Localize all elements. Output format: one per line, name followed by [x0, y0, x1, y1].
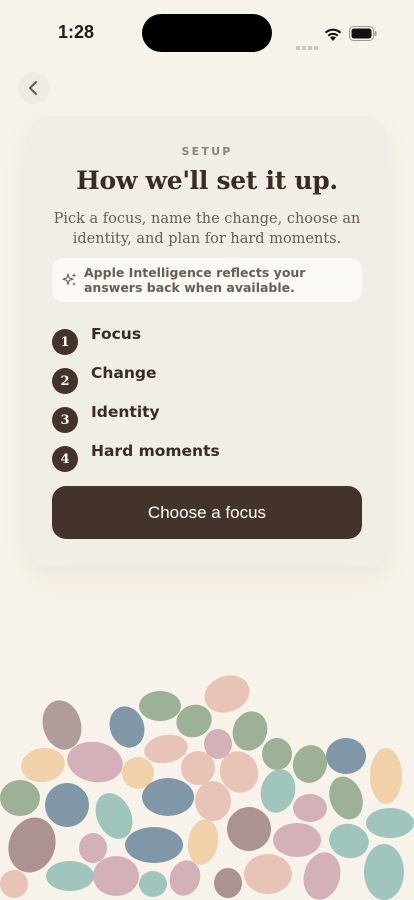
wifi-icon	[324, 28, 342, 41]
step-label: Change	[91, 364, 157, 382]
dynamic-island	[142, 14, 272, 52]
status-bar: 1:28	[0, 0, 414, 60]
step-label: Focus	[91, 325, 142, 343]
ai-note: Apple Intelligence reflects your answers…	[52, 258, 362, 302]
cellular-signal-icon	[296, 35, 320, 54]
page-subtitle: Pick a focus, name the change, choose an…	[53, 211, 361, 247]
step-label: Hard moments	[91, 442, 220, 460]
chevron-left-icon	[29, 81, 37, 95]
eyebrow-label: SETUP	[181, 145, 233, 158]
step-number: 4	[52, 446, 78, 472]
page-title: How we'll set it up.	[76, 166, 338, 195]
status-time: 1:28	[58, 22, 95, 42]
battery-icon	[349, 26, 377, 41]
step-number: 3	[52, 407, 78, 433]
step-number: 2	[52, 368, 78, 394]
choose-focus-button[interactable]: Choose a focus	[52, 486, 362, 539]
step-number: 1	[52, 329, 78, 355]
pebbles-illustration	[0, 675, 414, 900]
ai-note-text: Apple Intelligence reflects your answers…	[84, 265, 306, 295]
back-button[interactable]	[18, 72, 50, 104]
step-label: Identity	[91, 403, 160, 421]
sparkles-icon	[62, 273, 77, 286]
